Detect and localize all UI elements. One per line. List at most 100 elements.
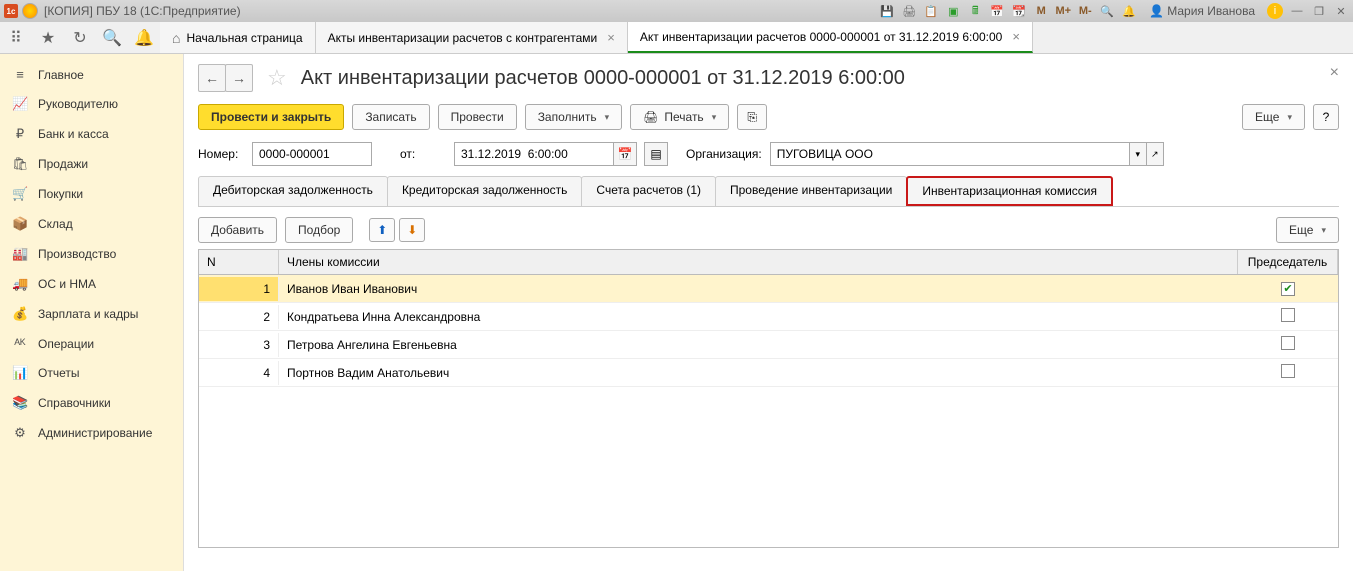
sidebar-item-operations[interactable]: ᴬᴷОперации bbox=[0, 329, 183, 358]
cell-n: 3 bbox=[199, 333, 279, 357]
empty-rows bbox=[199, 387, 1338, 547]
page-title: Акт инвентаризации расчетов 0000-000001 … bbox=[301, 67, 905, 90]
favorite-icon[interactable]: ★ bbox=[32, 22, 64, 53]
date-icon[interactable]: 📆 bbox=[1011, 3, 1027, 19]
cart-icon: 🛒 bbox=[12, 186, 28, 202]
table-row[interactable]: 3 Петрова Ангелина Евгеньевна bbox=[199, 331, 1338, 359]
print-button[interactable]: 🖨Печать▾ bbox=[630, 104, 729, 130]
calc-icon[interactable]: 🖩 bbox=[967, 3, 983, 19]
tab-inventory-act[interactable]: Акт инвентаризации расчетов 0000-000001 … bbox=[628, 22, 1033, 53]
more-button[interactable]: Еще▾ bbox=[1242, 104, 1305, 130]
table-row[interactable]: 2 Кондратьева Инна Александровна bbox=[199, 303, 1338, 331]
sidebar-item-assets[interactable]: 🚚ОС и НМА bbox=[0, 269, 183, 299]
copy-icon[interactable]: 📋 bbox=[923, 3, 939, 19]
cell-n: 4 bbox=[199, 361, 279, 385]
subtab-creditor[interactable]: Кредиторская задолженность bbox=[387, 176, 582, 206]
col-member[interactable]: Члены комиссии bbox=[279, 250, 1238, 274]
zoom-icon[interactable]: 🔍 bbox=[1099, 3, 1115, 19]
sidebar-item-main[interactable]: ≡Главное bbox=[0, 60, 183, 89]
move-up-button[interactable]: ⬆ bbox=[369, 218, 395, 242]
chair-checkbox[interactable]: ✔ bbox=[1281, 282, 1295, 296]
sidebar-label: Банк и касса bbox=[38, 127, 109, 141]
add-row-button[interactable]: Добавить bbox=[198, 217, 277, 243]
sidebar-item-catalogs[interactable]: 📚Справочники bbox=[0, 388, 183, 418]
org-input[interactable] bbox=[770, 142, 1130, 166]
calendar-icon[interactable]: 📅 bbox=[989, 3, 1005, 19]
sidebar-item-reports[interactable]: 📊Отчеты bbox=[0, 358, 183, 388]
tab-close-icon[interactable]: × bbox=[1012, 29, 1020, 44]
close-window-icon[interactable]: ✕ bbox=[1333, 3, 1349, 19]
number-input[interactable] bbox=[252, 142, 372, 166]
subtab-accounts[interactable]: Счета расчетов (1) bbox=[581, 176, 716, 206]
pick-button[interactable]: Подбор bbox=[285, 217, 353, 243]
compare-icon[interactable]: ▣ bbox=[945, 3, 961, 19]
box-icon: 📦 bbox=[12, 216, 28, 232]
col-chair[interactable]: Председатель bbox=[1238, 250, 1338, 274]
table-row[interactable]: 1 Иванов Иван Иванович ✔ bbox=[199, 275, 1338, 303]
save-icon[interactable]: 💾 bbox=[879, 3, 895, 19]
post-and-close-button[interactable]: Провести и закрыть bbox=[198, 104, 344, 130]
subtab-debtor[interactable]: Дебиторская задолженность bbox=[198, 176, 388, 206]
tab-inventory-list[interactable]: Акты инвентаризации расчетов с контраген… bbox=[316, 22, 628, 53]
cell-name: Петрова Ангелина Евгеньевна bbox=[279, 333, 1238, 357]
sidebar-item-purchases[interactable]: 🛒Покупки bbox=[0, 179, 183, 209]
sidebar-label: Главное bbox=[38, 68, 84, 82]
sidebar-item-sales[interactable]: 🛍Продажи bbox=[0, 149, 183, 179]
sidebar-item-production[interactable]: 🏭Производство bbox=[0, 239, 183, 269]
sidebar-item-bank[interactable]: ₽Банк и касса bbox=[0, 119, 183, 149]
post-button[interactable]: Провести bbox=[438, 104, 517, 130]
user-menu[interactable]: 👤 Мария Иванова bbox=[1149, 4, 1255, 18]
col-number[interactable]: N bbox=[199, 250, 279, 274]
m-icon[interactable]: M bbox=[1033, 3, 1049, 19]
table-row[interactable]: 4 Портнов Вадим Анатольевич bbox=[199, 359, 1338, 387]
minimize-icon[interactable]: — bbox=[1289, 3, 1305, 19]
window-tabs: ⌂ Начальная страница Акты инвентаризации… bbox=[160, 22, 1353, 53]
info-icon[interactable]: i bbox=[1267, 3, 1283, 19]
search-icon[interactable]: 🔍 bbox=[96, 22, 128, 53]
help-button[interactable]: ? bbox=[1313, 104, 1339, 130]
text-mode-icon[interactable]: ▤ bbox=[644, 142, 668, 166]
apps-icon[interactable]: ⠿ bbox=[0, 22, 32, 53]
sidebar-label: Справочники bbox=[38, 396, 111, 410]
fill-button[interactable]: Заполнить▾ bbox=[525, 104, 622, 130]
home-icon: ⌂ bbox=[172, 30, 180, 46]
sidebar-item-payroll[interactable]: 💰Зарплата и кадры bbox=[0, 299, 183, 329]
sidebar-label: Производство bbox=[38, 247, 116, 261]
sidebar-item-warehouse[interactable]: 📦Склад bbox=[0, 209, 183, 239]
move-down-button[interactable]: ⬇ bbox=[399, 218, 425, 242]
chart-up-icon: 📈 bbox=[12, 96, 28, 112]
sidebar-item-admin[interactable]: ⚙Администрирование bbox=[0, 418, 183, 448]
subtab-commission[interactable]: Инвентаризационная комиссия bbox=[906, 176, 1113, 206]
notifications-icon[interactable]: 🔔 bbox=[128, 22, 160, 53]
money-icon: 💰 bbox=[12, 306, 28, 322]
m-plus-icon[interactable]: M+ bbox=[1055, 3, 1071, 19]
tab-home[interactable]: ⌂ Начальная страница bbox=[160, 22, 316, 53]
table-more-button[interactable]: Еще▾ bbox=[1276, 217, 1339, 243]
forward-button[interactable]: → bbox=[225, 64, 253, 92]
maximize-icon[interactable]: ❐ bbox=[1311, 3, 1327, 19]
app-circle-icon bbox=[22, 3, 38, 19]
attach-button[interactable]: ⎘ bbox=[737, 104, 767, 130]
history-icon[interactable]: ↻ bbox=[64, 22, 96, 53]
tab-close-icon[interactable]: × bbox=[607, 30, 615, 45]
save-button[interactable]: Записать bbox=[352, 104, 429, 130]
back-button[interactable]: ← bbox=[198, 64, 226, 92]
chair-checkbox[interactable] bbox=[1281, 364, 1295, 378]
open-org-icon[interactable]: ↗ bbox=[1146, 142, 1164, 166]
chair-checkbox[interactable] bbox=[1281, 336, 1295, 350]
close-page-icon[interactable]: × bbox=[1330, 64, 1339, 82]
user-name: Мария Иванова bbox=[1167, 4, 1255, 18]
sidebar-label: Операции bbox=[38, 337, 94, 351]
star-icon[interactable]: ☆ bbox=[267, 65, 287, 91]
calendar-picker-icon[interactable]: 📅 bbox=[613, 142, 637, 166]
date-input[interactable] bbox=[454, 142, 614, 166]
subtab-execution[interactable]: Проведение инвентаризации bbox=[715, 176, 907, 206]
m-minus-icon[interactable]: M- bbox=[1077, 3, 1093, 19]
from-label: от: bbox=[400, 147, 446, 161]
bag-icon: 🛍 bbox=[12, 156, 28, 172]
print-icon[interactable]: 🖨 bbox=[901, 3, 917, 19]
sidebar-item-manager[interactable]: 📈Руководителю bbox=[0, 89, 183, 119]
bell-icon[interactable]: 🔔 bbox=[1121, 3, 1137, 19]
chair-checkbox[interactable] bbox=[1281, 308, 1295, 322]
dropdown-icon[interactable]: ▾ bbox=[1129, 142, 1147, 166]
